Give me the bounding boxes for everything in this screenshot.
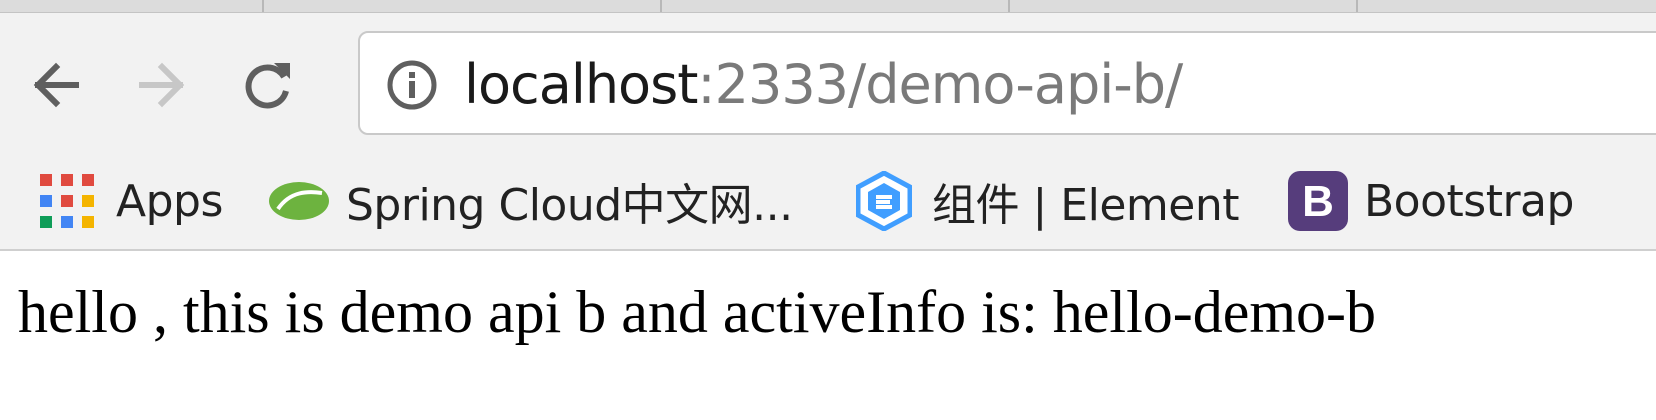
forward-button[interactable] <box>130 53 194 117</box>
back-button[interactable] <box>24 53 88 117</box>
arrow-right-icon <box>139 62 185 108</box>
svg-text:B: B <box>1302 177 1334 226</box>
bookmark-label: Spring Cloud中文网... <box>346 180 793 231</box>
info-icon[interactable] <box>386 59 438 111</box>
address-bar[interactable]: localhost:2333/demo-api-b/ <box>358 31 1656 135</box>
tab-divider <box>262 0 264 12</box>
bookmark-label: Apps <box>116 175 223 227</box>
bootstrap-b-icon: B <box>1288 171 1348 231</box>
browser-toolbar: localhost:2333/demo-api-b/ <box>0 13 1656 153</box>
browser-window: localhost:2333/demo-api-b/ Apps Spring C… <box>0 0 1656 420</box>
bookmark-label: Bootstrap <box>1364 175 1574 227</box>
tab-strip <box>0 0 1656 13</box>
url-path: :2333/demo-api-b/ <box>697 53 1183 116</box>
tab-divider <box>1356 0 1358 12</box>
url-host: localhost <box>464 53 698 116</box>
page-content: hello , this is demo api b and activeInf… <box>0 251 1656 420</box>
reload-button[interactable] <box>236 53 300 117</box>
bookmarks-bar: Apps Spring Cloud中文网... 组件 | Element B B… <box>0 153 1656 251</box>
element-hexagon-icon <box>856 171 912 231</box>
bookmark-apps[interactable]: Apps <box>40 161 223 241</box>
bookmark-bootstrap[interactable]: B Bootstrap <box>1288 161 1574 241</box>
tab-divider <box>1008 0 1010 12</box>
spring-leaf-icon <box>269 182 329 220</box>
reload-icon <box>245 63 290 109</box>
url-text[interactable]: localhost:2333/demo-api-b/ <box>464 53 1183 116</box>
apps-grid-icon <box>40 174 94 228</box>
response-text: hello , this is demo api b and activeInf… <box>18 279 1377 345</box>
tab-divider <box>660 0 662 12</box>
arrow-left-icon <box>33 62 79 108</box>
bookmark-spring-cloud[interactable]: Spring Cloud中文网... <box>268 161 793 241</box>
bookmark-element[interactable]: 组件 | Element <box>856 161 1239 241</box>
bookmark-label: 组件 | Element <box>932 180 1239 231</box>
